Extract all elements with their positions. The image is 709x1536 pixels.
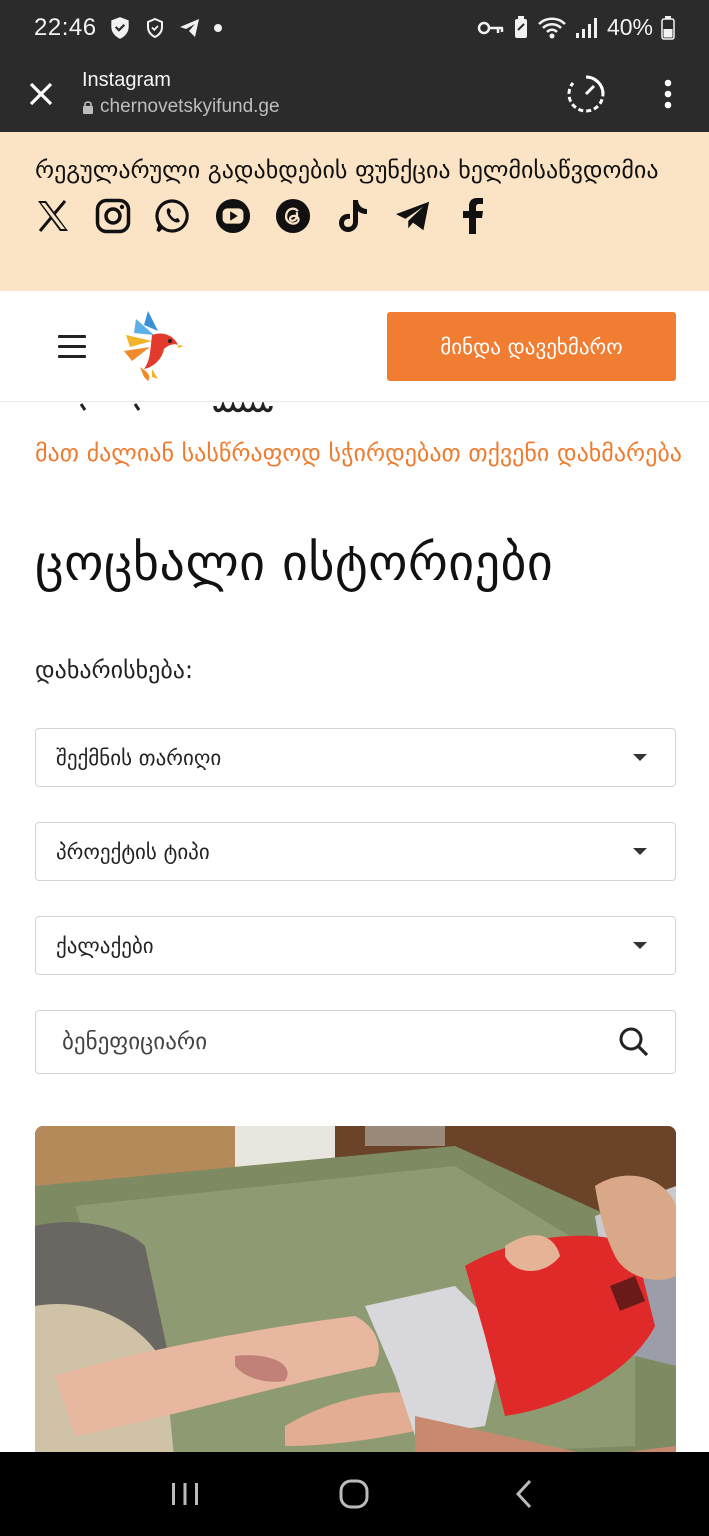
battery-percent: 40% — [606, 14, 653, 40]
urgent-help-text: მათ ძალიან სასწრაფოდ სჭირდებათ თქვენი და… — [35, 439, 682, 467]
tab-actions — [545, 55, 709, 132]
tab-titles: Instagram chernovetskyifund.ge — [82, 69, 280, 118]
tab-url: chernovetskyifund.ge — [100, 96, 280, 117]
story-card-image[interactable] — [35, 1126, 676, 1452]
youtube-link[interactable] — [215, 198, 251, 234]
instagram-link[interactable] — [95, 198, 131, 234]
main-content: მათ ძალიან სასწრაფოდ სჭირდებათ თქვენი და… — [0, 402, 709, 1452]
instagram-icon — [95, 198, 131, 234]
status-bar: 22:46 40% — [0, 0, 709, 55]
shield-outline-icon — [146, 17, 163, 38]
telegram-link[interactable] — [395, 198, 431, 234]
project-type-select[interactable]: პროექტის ტიპი — [35, 822, 676, 881]
cities-select[interactable]: ქალაქები — [35, 916, 676, 975]
menu-line — [58, 355, 86, 358]
facebook-link[interactable] — [455, 198, 491, 234]
tiktok-icon — [339, 200, 367, 232]
banner-text: რეგულარული გადახდების ფუნქცია ხელმისაწვდ… — [35, 156, 659, 184]
close-button[interactable] — [0, 55, 82, 132]
page-title: ცოცხალი ისტორიები — [35, 534, 554, 592]
site-logo[interactable] — [118, 305, 184, 385]
more-vertical-icon — [664, 79, 672, 108]
home-button[interactable] — [324, 1464, 384, 1524]
threads-icon — [275, 198, 311, 234]
more-options-button[interactable] — [627, 55, 709, 132]
battery-saver-icon — [514, 15, 527, 38]
menu-line — [58, 345, 86, 348]
clipped-heading-fragment — [79, 402, 273, 413]
browser-tab-header: Instagram chernovetskyifund.ge — [0, 55, 709, 132]
status-time: 22:46 — [34, 13, 97, 41]
threads-link[interactable] — [275, 198, 311, 234]
announcement-banner: რეგულარული გადახდების ფუნქცია ხელმისაწვდ… — [0, 132, 709, 291]
telegram-status-icon — [179, 18, 199, 37]
dot-icon — [213, 23, 222, 32]
lock-icon — [83, 101, 93, 114]
beneficiary-search — [35, 1010, 676, 1074]
shield-filled-icon — [110, 16, 129, 39]
whatsapp-link[interactable] — [155, 198, 191, 234]
wifi-icon — [538, 17, 566, 38]
status-left: 22:46 — [34, 14, 223, 42]
social-links — [35, 198, 674, 234]
sort-label: დახარისხება: — [35, 656, 194, 684]
signal-icon — [575, 17, 597, 38]
tab-url-row[interactable]: chernovetskyifund.ge — [82, 96, 280, 118]
telegram-icon — [395, 201, 430, 231]
x-link[interactable] — [35, 198, 71, 234]
status-right: 40% — [477, 14, 675, 41]
menu-line — [58, 335, 86, 338]
youtube-icon — [215, 198, 251, 234]
whatsapp-icon — [155, 199, 189, 233]
battery-icon — [661, 15, 675, 40]
site-header: მინდა დავეხმარო — [0, 291, 709, 402]
system-nav-bar — [0, 1452, 709, 1536]
page-speed-button[interactable] — [545, 55, 627, 132]
donate-cta-button[interactable]: მინდა დავეხმარო — [387, 312, 676, 381]
search-icon[interactable] — [619, 1027, 649, 1057]
bird-logo-icon — [124, 311, 184, 381]
recent-apps-icon — [171, 1483, 198, 1505]
select-value: შექმნის თარიღი — [56, 745, 222, 770]
chevron-down-icon — [633, 754, 647, 761]
select-value: ქალაქები — [56, 933, 154, 958]
sort-by-date-select[interactable]: შექმნის თარიღი — [35, 728, 676, 787]
tab-title: Instagram — [82, 69, 171, 91]
home-icon — [339, 1479, 369, 1509]
chevron-down-icon — [633, 848, 647, 855]
close-icon — [29, 82, 53, 105]
x-icon — [38, 200, 68, 232]
chevron-down-icon — [633, 942, 647, 949]
beneficiary-search-input[interactable] — [62, 1029, 619, 1055]
story-photo — [35, 1126, 676, 1452]
speed-gauge-icon — [567, 75, 605, 112]
recent-apps-button[interactable] — [155, 1464, 215, 1524]
facebook-icon — [463, 198, 483, 234]
tiktok-link[interactable] — [335, 198, 371, 234]
menu-button[interactable] — [58, 335, 86, 359]
select-value: პროექტის ტიპი — [56, 839, 210, 864]
back-icon — [516, 1479, 532, 1509]
key-icon — [477, 21, 504, 34]
back-button[interactable] — [494, 1464, 554, 1524]
